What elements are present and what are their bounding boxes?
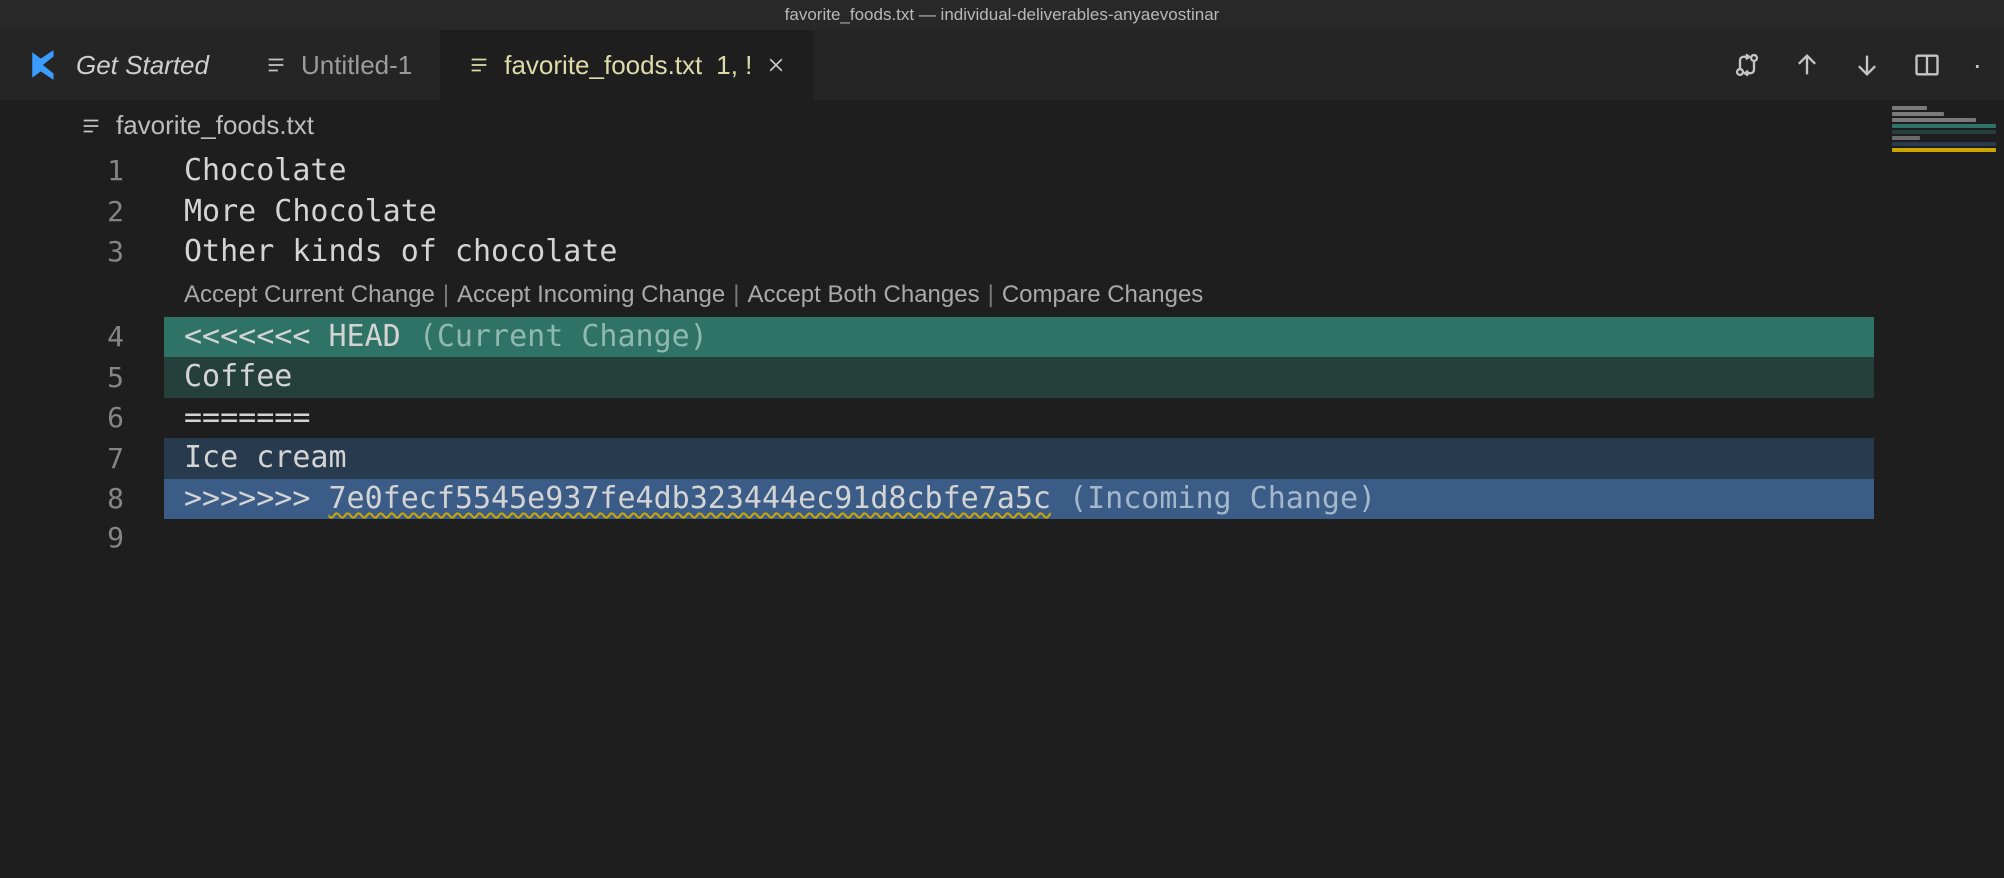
vscode-icon bbox=[28, 48, 62, 82]
activity-bar-edge bbox=[0, 151, 24, 557]
conflict-current-line[interactable]: Coffee bbox=[164, 357, 1874, 398]
line-number: 7 bbox=[24, 438, 164, 479]
tab-dirty-badge: 1, ! bbox=[716, 50, 752, 81]
tab-label: favorite_foods.txt bbox=[504, 50, 702, 81]
line-number: 4 bbox=[24, 317, 164, 358]
previous-change-icon[interactable] bbox=[1793, 51, 1821, 79]
titlebar: favorite_foods.txt — individual-delivera… bbox=[0, 0, 2004, 30]
compare-changes-button[interactable]: Compare Changes bbox=[1002, 279, 1203, 311]
line-number: 6 bbox=[24, 398, 164, 439]
merge-codelens: Accept Current Change|Accept Incoming Ch… bbox=[164, 273, 1874, 317]
code-line[interactable]: More Chocolate bbox=[164, 192, 1874, 233]
line-number bbox=[24, 273, 164, 317]
conflict-separator[interactable]: ======= bbox=[164, 398, 1874, 439]
line-number: 3 bbox=[24, 232, 164, 273]
code-line[interactable] bbox=[164, 519, 1874, 557]
breadcrumb[interactable]: favorite_foods.txt bbox=[0, 100, 2004, 151]
more-actions-icon[interactable]: · bbox=[1973, 49, 1984, 81]
code-line[interactable]: Chocolate bbox=[164, 151, 1874, 192]
accept-incoming-button[interactable]: Accept Incoming Change bbox=[457, 279, 725, 311]
accept-current-button[interactable]: Accept Current Change bbox=[184, 279, 435, 311]
file-icon bbox=[265, 54, 287, 76]
conflict-incoming-marker[interactable]: >>>>>>> 7e0fecf5545e937fe4db323444ec91d8… bbox=[164, 479, 1874, 520]
tab-label: Get Started bbox=[76, 50, 209, 81]
accept-both-button[interactable]: Accept Both Changes bbox=[747, 279, 979, 311]
next-change-icon[interactable] bbox=[1853, 51, 1881, 79]
tab-favorite-foods[interactable]: favorite_foods.txt 1, ! bbox=[440, 30, 814, 100]
conflict-incoming-line[interactable]: Ice cream bbox=[164, 438, 1874, 479]
line-number: 1 bbox=[24, 151, 164, 192]
file-icon bbox=[80, 115, 102, 137]
tab-untitled-1[interactable]: Untitled-1 bbox=[237, 30, 440, 100]
minimap[interactable] bbox=[1884, 100, 2004, 220]
line-number: 5 bbox=[24, 357, 164, 398]
tab-get-started[interactable]: Get Started bbox=[0, 30, 237, 100]
conflict-head-marker[interactable]: <<<<<<< HEAD (Current Change) bbox=[164, 317, 1874, 358]
editor[interactable]: 1 Chocolate 2 More Chocolate 3 Other kin… bbox=[24, 151, 2004, 557]
line-number: 2 bbox=[24, 192, 164, 233]
close-icon[interactable] bbox=[766, 55, 786, 75]
tab-actions: · bbox=[1713, 30, 2004, 100]
code-line[interactable]: Other kinds of chocolate bbox=[164, 232, 1874, 273]
breadcrumb-file: favorite_foods.txt bbox=[116, 110, 314, 141]
file-icon bbox=[468, 54, 490, 76]
line-number: 9 bbox=[24, 519, 164, 557]
tab-label: Untitled-1 bbox=[301, 50, 412, 81]
line-number: 8 bbox=[24, 479, 164, 520]
compare-changes-icon[interactable] bbox=[1733, 51, 1761, 79]
split-editor-icon[interactable] bbox=[1913, 51, 1941, 79]
titlebar-text: favorite_foods.txt — individual-delivera… bbox=[785, 5, 1220, 25]
tab-bar: Get Started Untitled-1 favorite_foods.tx… bbox=[0, 30, 2004, 100]
